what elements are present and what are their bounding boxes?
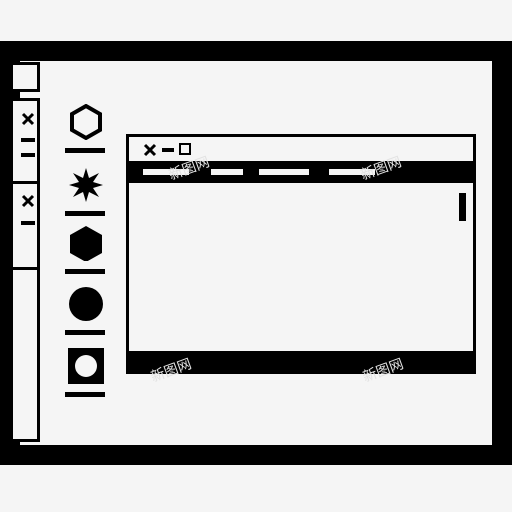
panel-tab-strip (10, 98, 40, 442)
tool-hexagon-filled[interactable] (62, 225, 110, 283)
circle-in-square-icon (68, 348, 104, 384)
tab-divider (13, 267, 37, 270)
menu-item[interactable] (259, 169, 309, 175)
tab-line (21, 221, 35, 225)
close-icon[interactable] (20, 111, 36, 127)
tool-starburst[interactable] (62, 167, 110, 225)
panel-top-button[interactable] (10, 62, 40, 92)
tool-circle-filled[interactable] (62, 286, 110, 344)
tool-underline (65, 148, 105, 153)
tool-circle-in-square[interactable] (62, 348, 110, 406)
starburst-icon (69, 168, 103, 202)
tool-underline (65, 330, 105, 335)
circle-filled-icon (69, 287, 103, 321)
panel-tab[interactable] (16, 187, 40, 267)
tool-underline (65, 392, 105, 397)
menu-item[interactable] (211, 169, 243, 175)
close-icon[interactable] (20, 193, 36, 209)
window-content[interactable] (129, 183, 473, 351)
tool-underline (65, 211, 105, 216)
tab-line (21, 153, 35, 157)
close-icon[interactable] (143, 143, 157, 157)
tool-hexagon-outline[interactable] (62, 104, 110, 162)
side-panel (10, 62, 41, 442)
minimize-icon[interactable] (162, 148, 174, 152)
tab-line (21, 138, 35, 142)
tab-divider (13, 181, 37, 184)
hexagon-outline-icon (70, 104, 102, 140)
tool-underline (65, 269, 105, 274)
maximize-icon[interactable] (179, 143, 191, 155)
scrollbar-thumb[interactable] (459, 193, 466, 221)
hexagon-filled-icon (70, 226, 102, 261)
panel-tab[interactable] (16, 101, 40, 181)
